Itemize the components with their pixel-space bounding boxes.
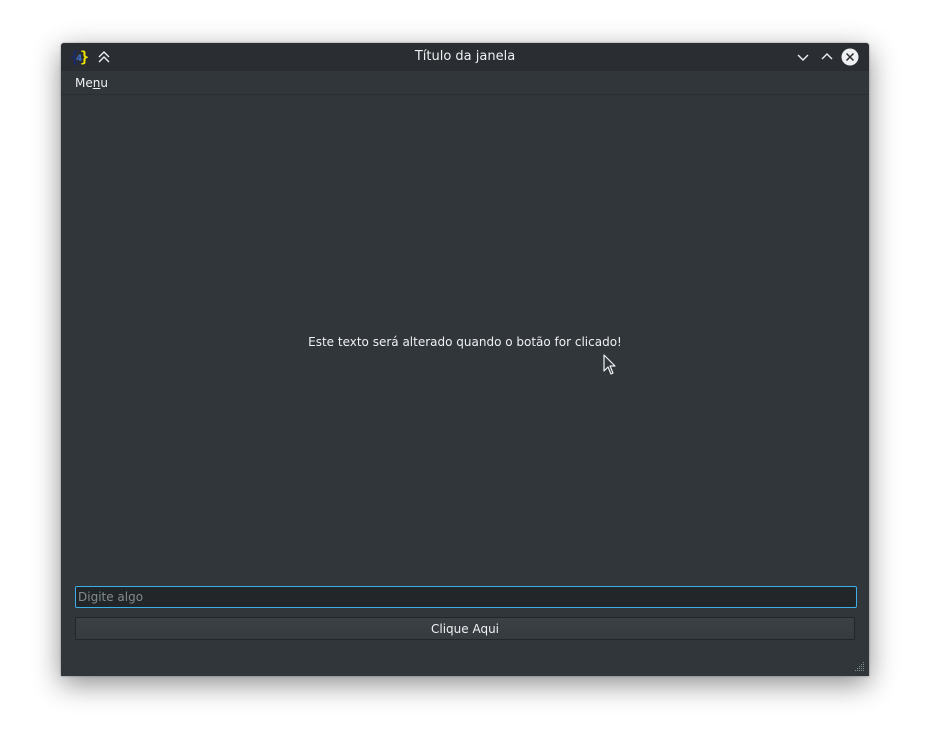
text-input[interactable] <box>75 586 857 608</box>
chevron-down-icon[interactable] <box>794 48 812 66</box>
window-title: Título da janela <box>414 49 516 64</box>
title-bar[interactable]: { } 4 Título da janela <box>61 43 869 71</box>
svg-text:4: 4 <box>76 54 82 64</box>
menu-label-suffix: u <box>100 76 108 90</box>
chevron-up-icon[interactable] <box>818 48 836 66</box>
resize-grip-icon[interactable] <box>853 660 865 672</box>
double-chevron-up-icon[interactable] <box>95 48 113 66</box>
click-here-button[interactable]: Clique Aqui <box>75 617 855 640</box>
menu-label-prefix: Me <box>75 76 93 90</box>
mouse-pointer-icon <box>603 354 616 375</box>
status-label: Este texto será alterado quando o botão … <box>308 335 622 349</box>
menu-item-menu[interactable]: Menu <box>69 74 114 92</box>
app-window: { } 4 Título da janela Menu Este texto s… <box>61 43 869 676</box>
menu-bar: Menu <box>61 71 869 95</box>
braces-app-icon: { } 4 <box>71 48 89 66</box>
close-circle-icon[interactable] <box>841 48 859 66</box>
